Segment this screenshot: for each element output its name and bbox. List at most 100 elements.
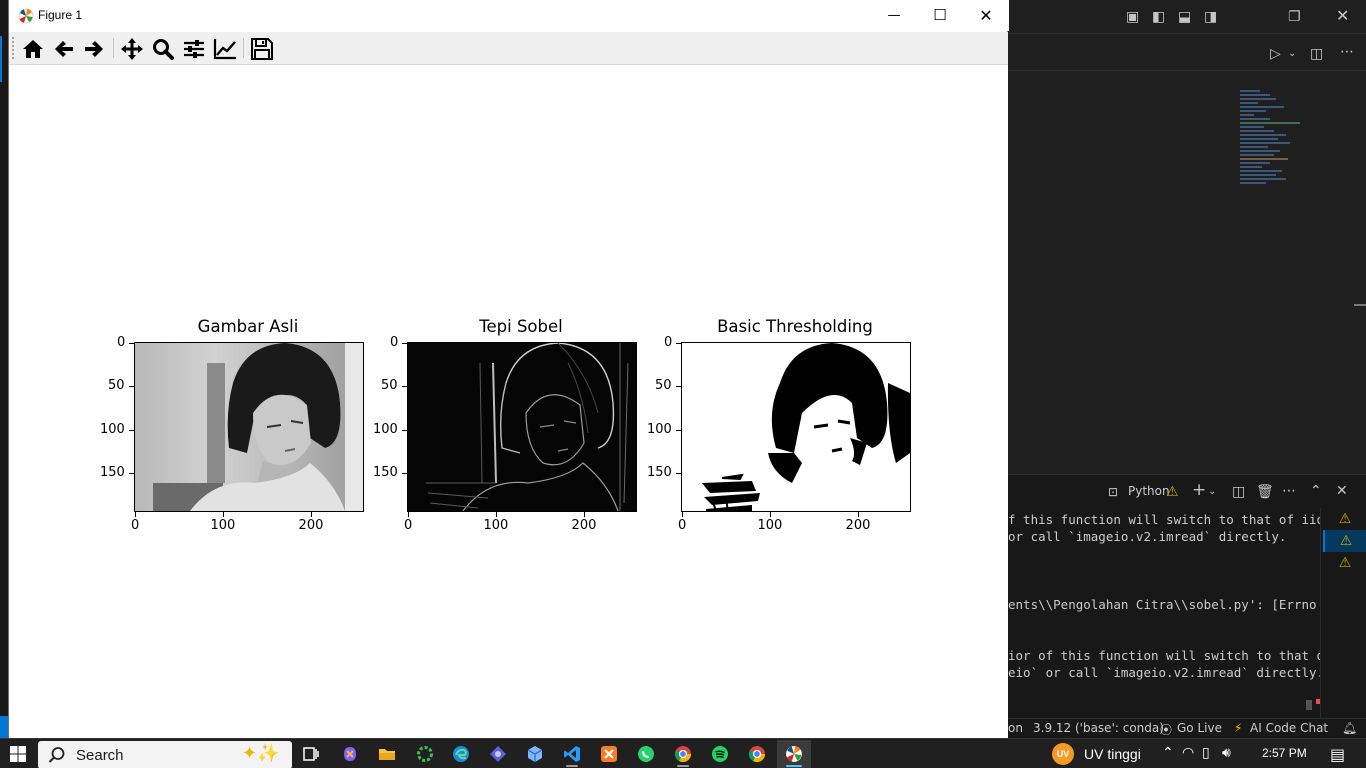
toolbar-grip[interactable]	[12, 37, 14, 59]
line-chart-icon[interactable]	[212, 36, 238, 62]
terminal-line: ents\\Pengolahan Citra\\sobel.py': [Errn…	[1008, 597, 1317, 612]
copilot-sparkle-icon: ✦✨	[242, 743, 280, 764]
subplot-tepi-sobel[interactable]: Tepi Sobel	[407, 312, 637, 512]
chrome-icon[interactable]	[666, 740, 700, 768]
edge-icon[interactable]	[444, 740, 478, 768]
status-golive[interactable]: Go Live	[1177, 721, 1222, 735]
y-tick-mark	[129, 343, 134, 344]
y-tick-mark	[402, 386, 407, 388]
bell-icon[interactable]: 🔔︎	[1342, 721, 1357, 735]
terminal-profile-label[interactable]: Python	[1128, 484, 1170, 498]
move-icon[interactable]	[119, 36, 145, 62]
file-explorer-icon[interactable]	[370, 740, 404, 768]
taskbar-search[interactable]: Search ✦✨	[38, 741, 292, 768]
notification-icon[interactable]: ▤	[1330, 745, 1345, 764]
toggle-secondary-sidebar-icon[interactable]: ◨	[1204, 8, 1217, 26]
vscode-editor[interactable]	[1008, 72, 1366, 472]
status-interpreter[interactable]: 3.9.12 ('base': conda)	[1033, 721, 1164, 735]
minimap[interactable]	[1240, 90, 1310, 200]
x-tick-mark	[770, 512, 772, 517]
terminal-line: ior of this function will switch to that…	[1008, 648, 1320, 663]
split-terminal-icon[interactable]: ◫	[1232, 483, 1245, 501]
status-language[interactable]: on	[1008, 721, 1023, 735]
vscode-activity-indicator	[0, 36, 2, 82]
terminal-icon: ⊡	[1108, 485, 1119, 499]
windows-start-icon[interactable]	[10, 746, 26, 762]
y-tick-label: 100	[373, 421, 398, 437]
whatsapp-icon[interactable]	[629, 740, 663, 768]
close-button[interactable]: ✕	[963, 0, 1009, 31]
chrome-icon[interactable]	[740, 740, 774, 768]
vscode-remote-indicator[interactable]	[0, 716, 8, 738]
editor-scrollbar-mark	[1354, 304, 1366, 306]
new-terminal-icon[interactable]: +	[1192, 481, 1206, 499]
trash-icon[interactable]: 🗑	[1256, 483, 1274, 501]
minimize-button[interactable]: —	[871, 0, 917, 31]
run-dropdown-icon[interactable]: ⌄	[1288, 45, 1296, 63]
customize-layout-icon[interactable]: ▣	[1126, 8, 1139, 26]
more-actions-icon[interactable]: ⋯	[1340, 43, 1354, 61]
x-tick-mark	[584, 512, 586, 517]
terminal-scrollbar[interactable]	[1306, 700, 1312, 710]
loading-app-icon[interactable]	[408, 740, 442, 768]
terminal-dropdown-icon[interactable]: ⌄	[1208, 483, 1216, 501]
image-gambar-asli[interactable]	[134, 342, 364, 512]
terminal-tab-warning-icon[interactable]: ⚠	[1323, 508, 1366, 530]
home-icon[interactable]	[20, 36, 46, 62]
subplot-basic-thresholding[interactable]: Basic Thresholding	[681, 312, 911, 512]
app-purple-icon[interactable]	[481, 740, 515, 768]
terminal-tabs: ⚠ ⚠ ⚠	[1320, 508, 1366, 718]
x-tick-label: 200	[571, 518, 597, 533]
y-tick-label: 100	[100, 421, 125, 437]
terminal-tab-warning-icon[interactable]: ⚠	[1323, 552, 1366, 574]
y-tick-mark	[402, 472, 407, 474]
xampp-icon[interactable]	[592, 740, 626, 768]
arrow-left-icon[interactable]	[51, 36, 77, 62]
copilot-icon[interactable]	[333, 740, 367, 768]
chevron-up-icon[interactable]: ⌃	[1162, 745, 1174, 761]
volume-icon[interactable]: 🔊︎	[1222, 745, 1231, 761]
image-basic-thresholding[interactable]	[681, 342, 911, 512]
sliders-icon[interactable]	[181, 36, 207, 62]
maximize-button[interactable]: ☐	[917, 0, 963, 31]
figure-canvas[interactable]: Gambar Asli Tepi Sobel Basic Thresholdin…	[9, 65, 1008, 738]
vscode-icon[interactable]	[555, 740, 589, 768]
terminal-tab-warning-icon[interactable]: ⚠	[1323, 530, 1366, 552]
restore-window-icon[interactable]: ❐	[1288, 8, 1301, 26]
y-tick-mark	[676, 386, 681, 388]
run-python-icon[interactable]: ▷	[1270, 45, 1281, 63]
matplotlib-app-icon[interactable]	[777, 740, 811, 768]
battery-icon[interactable]: ▯	[1202, 745, 1210, 761]
figure-titlebar[interactable]: Figure 1 — ☐ ✕	[9, 0, 1009, 31]
toggle-panel-icon[interactable]: ⬓	[1178, 8, 1191, 26]
x-tick-label: 200	[845, 518, 871, 533]
close-window-icon[interactable]: ✕	[1336, 7, 1349, 25]
weather-icon[interactable]: UV	[1052, 743, 1074, 765]
status-aichat[interactable]: AI Code Chat	[1250, 721, 1328, 735]
y-tick-mark	[129, 472, 134, 474]
y-tick-label: 0	[390, 335, 399, 350]
weather-text[interactable]: UV tinggi	[1084, 746, 1141, 762]
wifi-icon[interactable]: ◠	[1182, 745, 1194, 761]
magnifier-icon[interactable]	[150, 36, 176, 62]
lightning-icon[interactable]: ⚡	[1234, 721, 1242, 735]
toggle-primary-sidebar-icon[interactable]: ◧	[1152, 8, 1165, 26]
app-cube-icon[interactable]	[518, 740, 552, 768]
floppy-icon[interactable]	[249, 36, 275, 62]
close-panel-icon[interactable]: ✕	[1336, 482, 1348, 500]
subplot-gambar-asli[interactable]: Gambar Asli	[134, 312, 364, 512]
task-view-icon[interactable]	[294, 740, 328, 768]
y-tick-label: 50	[655, 378, 672, 394]
vscode-activity-strip	[0, 0, 8, 738]
arrow-right-icon[interactable]	[81, 36, 107, 62]
maximize-panel-icon[interactable]: ⌃	[1310, 482, 1322, 500]
split-editor-icon[interactable]: ◫	[1310, 45, 1323, 63]
x-tick-label: 100	[757, 518, 783, 533]
image-tepi-sobel[interactable]	[407, 342, 637, 512]
more-icon[interactable]: ⋯	[1282, 482, 1296, 500]
x-tick-mark	[408, 512, 409, 517]
terminal-output[interactable]: f this function will switch to that of i…	[1008, 508, 1320, 718]
clock-time[interactable]: 2:57 PM	[1262, 746, 1307, 760]
spotify-icon[interactable]	[703, 740, 737, 768]
golive-icon[interactable]: ⦿	[1160, 721, 1172, 738]
